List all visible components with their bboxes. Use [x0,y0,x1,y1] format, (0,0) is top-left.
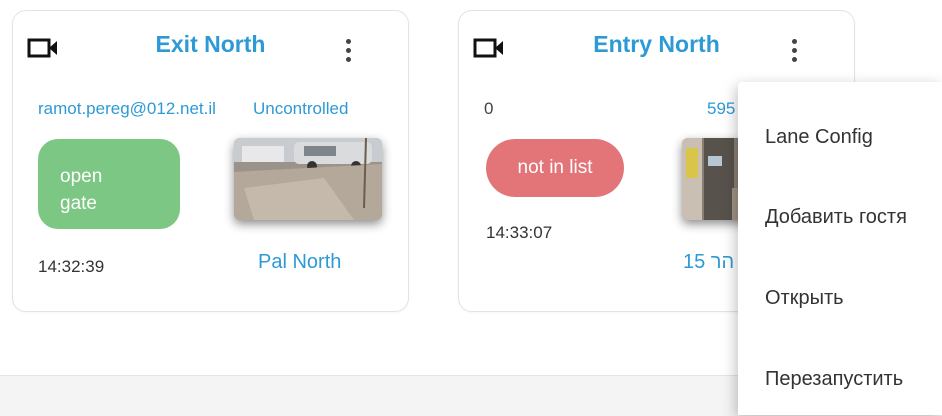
lane-location-link[interactable]: הר 15 [683,251,734,274]
menu-item-restart[interactable]: Перезапустить [765,368,903,391]
menu-item-open[interactable]: Открыть [765,287,844,310]
status-line-1: open [60,166,103,188]
status-not-in-list-button[interactable]: not in list [486,139,624,197]
open-gate-button[interactable]: open gate [38,139,180,229]
lane-context-menu: Lane Config Добавить гостя Открыть Перез… [738,82,942,415]
event-time: 14:33:07 [486,223,553,242]
control-mode: Uncontrolled [253,99,349,118]
more-vertical-icon[interactable] [789,39,799,69]
lane-card-exit-north: Exit North ramot.pereg@012.net.il Uncont… [12,10,409,312]
account-email: ramot.pereg@012.net.il [38,99,216,118]
plate-number: 595 [707,99,736,118]
lane-location-link[interactable]: Pal North [258,251,341,274]
video-camera-icon[interactable] [473,37,505,59]
event-count: 0 [484,99,494,118]
video-camera-icon[interactable] [27,37,59,59]
event-time: 14:32:39 [38,257,105,276]
camera-snapshot[interactable] [234,138,382,220]
menu-item-add-guest[interactable]: Добавить гостя [765,206,907,229]
lane-title[interactable]: Entry North [519,31,794,58]
more-vertical-icon[interactable] [343,39,353,69]
status-line-2: gate [60,193,97,214]
lane-title[interactable]: Exit North [73,31,348,58]
menu-item-lane-config[interactable]: Lane Config [765,126,873,149]
